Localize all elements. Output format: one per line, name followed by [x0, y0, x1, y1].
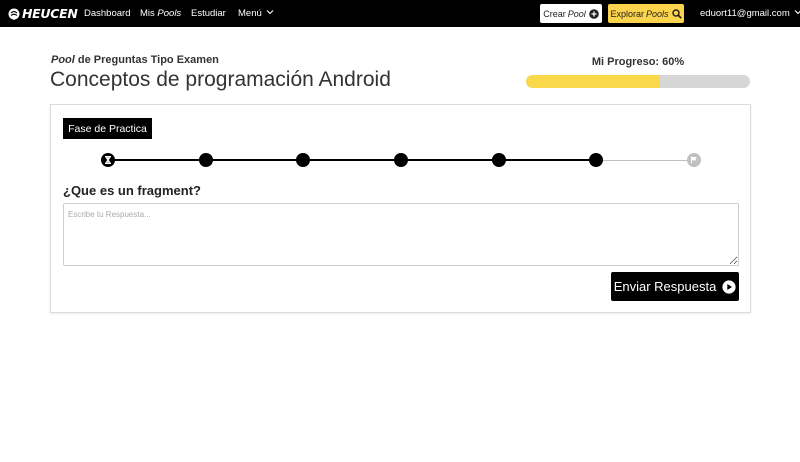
- nav-estudiar[interactable]: Estudiar: [191, 8, 226, 20]
- subtitle-pool: Pool: [51, 54, 75, 66]
- progress-bar: [526, 75, 750, 88]
- stepper-step-2: [198, 153, 213, 167]
- stepper-step-5: [491, 153, 506, 167]
- question-card: Fase de Practica ¿Que es un fragment? En…: [50, 104, 751, 313]
- subtitle-rest: de Preguntas Tipo Examen: [74, 54, 219, 66]
- answer-textarea[interactable]: [63, 203, 739, 266]
- top-navbar: HEUCEN Dashboard Mis Pools Estudiar Menú…: [0, 0, 800, 27]
- stepper-step-7: [687, 153, 701, 167]
- play-circle-icon: [722, 279, 736, 294]
- brand-logo[interactable]: HEUCEN: [8, 5, 78, 22]
- stepper-connector: [498, 159, 597, 161]
- crear-pool-label: Pool: [567, 8, 586, 19]
- phase-badge: Fase de Practica: [63, 118, 152, 139]
- crear-pool-button[interactable]: Crear Pool: [540, 4, 602, 23]
- nav-mis-pools[interactable]: Mis Pools: [140, 8, 181, 20]
- hourglass-icon: [105, 156, 111, 164]
- submit-answer-button[interactable]: Enviar Respuesta: [611, 272, 739, 301]
- progress-bar-fill: [526, 75, 661, 88]
- stepper-connector: [108, 159, 206, 161]
- chevron-down-icon: [266, 10, 274, 15]
- page-title: Conceptos de programación Android: [50, 68, 391, 91]
- nav-menu-dropdown[interactable]: Menú: [238, 8, 274, 20]
- nav-dashboard[interactable]: Dashboard: [84, 8, 130, 20]
- brand-name: HEUCEN: [22, 6, 78, 21]
- chevron-down-icon: [794, 10, 800, 15]
- progress-label: Mi Progreso: 60%: [591, 56, 685, 68]
- stepper-connector: [596, 160, 694, 161]
- stepper-connector: [303, 159, 401, 161]
- explorar-pools-label: Pools: [646, 8, 669, 19]
- user-email: eduort11@gmail.com: [700, 8, 790, 19]
- submit-label: Enviar Respuesta: [613, 279, 717, 294]
- stepper-step-1: [101, 153, 115, 167]
- stepper-connector: [205, 159, 304, 161]
- stepper-step-3: [296, 153, 311, 167]
- nav-mis-label: Mis: [140, 8, 155, 19]
- flag-icon: [691, 156, 697, 164]
- explorar-label: Explorar: [610, 8, 644, 19]
- stepper-connector: [401, 159, 499, 161]
- page-subtitle: Pool de Preguntas Tipo Examen: [51, 54, 219, 66]
- user-menu-dropdown[interactable]: eduort11@gmail.com: [700, 8, 800, 20]
- nav-menu-label: Menú: [238, 8, 262, 19]
- question-text: ¿Que es un fragment?: [63, 183, 201, 198]
- stepper-step-6: [589, 153, 604, 167]
- plus-circle-icon: [588, 8, 599, 19]
- nav-pools-label: Pools: [157, 8, 182, 19]
- explorar-pools-button[interactable]: Explorar Pools: [608, 4, 684, 23]
- search-icon: [671, 8, 682, 19]
- progress-stepper: [101, 151, 701, 169]
- crear-label: Crear: [543, 8, 566, 19]
- brain-icon: [8, 8, 20, 20]
- stepper-step-4: [394, 153, 408, 167]
